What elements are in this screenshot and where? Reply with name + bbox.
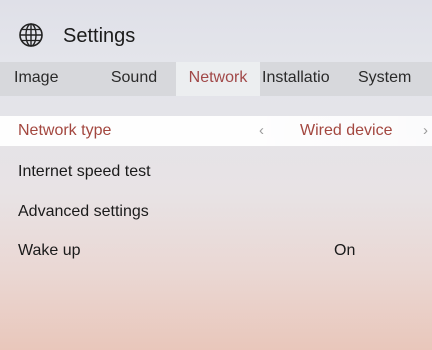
tab-installation[interactable]: Installatio (262, 62, 344, 96)
menu-item-network-type[interactable]: Network type ‹ Wired device › (0, 116, 432, 146)
menu-item-speed-test[interactable]: Internet speed test (0, 157, 432, 187)
globe-icon (19, 23, 43, 47)
tab-sound[interactable]: Sound (95, 62, 173, 96)
wake-up-value: On (334, 242, 356, 259)
advanced-settings-label: Advanced settings (18, 203, 149, 220)
tab-system[interactable]: System (358, 62, 432, 96)
network-type-value: Wired device (300, 122, 393, 139)
tab-network[interactable]: Network (176, 62, 260, 96)
tab-bar: Image Sound Network Installatio System (0, 62, 432, 96)
network-type-label: Network type (18, 122, 112, 139)
page-title: Settings (63, 25, 136, 47)
wake-up-label: Wake up (18, 242, 81, 259)
menu-item-advanced-settings[interactable]: Advanced settings (0, 197, 432, 227)
menu-item-wake-up[interactable]: Wake up On (0, 236, 432, 266)
chevron-left-icon[interactable]: ‹ (259, 121, 264, 141)
tab-image[interactable]: Image (14, 62, 82, 96)
settings-header: Settings (0, 0, 432, 62)
tv-settings-screen: Settings Image Sound Network Installatio… (0, 0, 432, 350)
chevron-right-icon[interactable]: › (423, 121, 428, 141)
speed-test-label: Internet speed test (18, 163, 151, 180)
